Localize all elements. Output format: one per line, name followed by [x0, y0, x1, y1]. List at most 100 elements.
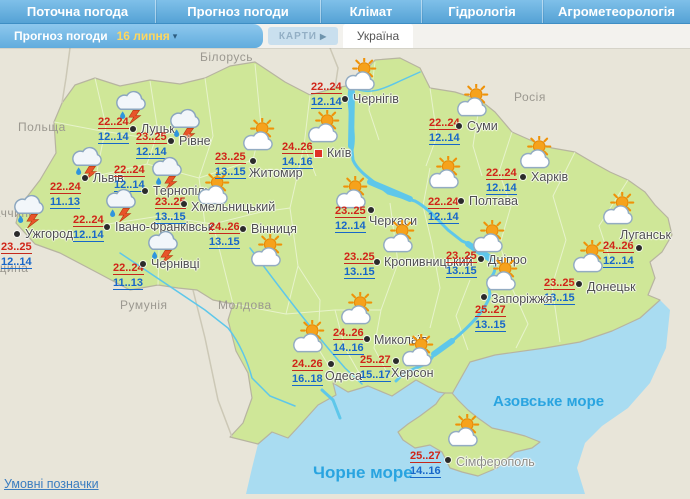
city-label[interactable]: Одеса [325, 368, 362, 384]
temp-high[interactable]: 24..26 [282, 141, 313, 154]
temp-low[interactable]: 14..16 [282, 156, 313, 169]
temp-low[interactable]: 12..14 [429, 132, 460, 145]
temp-high[interactable]: 24..26 [209, 221, 240, 234]
temp-high[interactable]: 23..25 [335, 205, 366, 218]
city-label[interactable]: Херсон [391, 365, 434, 381]
weather-icon-sun-cloud [443, 414, 483, 454]
temp-low[interactable]: 12..14 [428, 211, 459, 224]
city-label[interactable]: Донецьк [587, 279, 636, 295]
temp-low[interactable]: 13..15 [446, 265, 477, 278]
city-dot [142, 188, 148, 194]
temp-low[interactable]: 15..17 [360, 369, 391, 382]
temp-low[interactable]: 13..15 [215, 166, 246, 179]
temp-high[interactable]: 23..25 [136, 131, 167, 144]
temp-high[interactable]: 22..24 [73, 214, 104, 227]
temperature-block: 24..26 16..18 [292, 358, 323, 386]
city-label[interactable]: Вінниця [251, 221, 297, 237]
temp-high[interactable]: 25..27 [360, 354, 391, 367]
city-label[interactable]: Рівне [179, 133, 211, 149]
city-dot [445, 457, 451, 463]
temp-high[interactable]: 22..24 [486, 167, 517, 180]
temperature-block: 22..24 12..14 [486, 167, 517, 195]
maps-button-label: КАРТИ [278, 30, 317, 42]
temp-low[interactable]: 12..14 [1, 256, 32, 269]
temp-low[interactable]: 13..15 [475, 319, 506, 332]
temperature-block: 22..24 12..14 [429, 117, 460, 145]
nav-tab-current-weather[interactable]: Поточна погода [0, 0, 156, 23]
temp-low[interactable]: 12..14 [311, 96, 342, 109]
city-dot [458, 198, 464, 204]
temperature-block: 23..25 13..15 [344, 251, 375, 279]
city-dot [104, 224, 110, 230]
temperature-block: 23..25 13..15 [155, 196, 186, 224]
temp-high[interactable]: 22..24 [429, 117, 460, 130]
city-dot [181, 201, 187, 207]
temp-low[interactable]: 11..13 [50, 196, 80, 209]
weather-icon-sun-cloud [246, 234, 286, 274]
capital-marker [314, 149, 322, 157]
temp-high[interactable]: 22..24 [98, 116, 129, 129]
city-dot [328, 361, 334, 367]
city-label[interactable]: Луганськ [620, 227, 671, 243]
temp-high[interactable]: 22..24 [114, 164, 145, 177]
temp-high[interactable]: 24..26 [292, 358, 323, 371]
temp-low[interactable]: 13..15 [344, 266, 375, 279]
temp-low[interactable]: 14..16 [410, 465, 441, 478]
temp-high[interactable]: 22..24 [428, 196, 459, 209]
date-selector[interactable]: 16 липня [117, 29, 170, 43]
city-label[interactable]: Чернівці [151, 256, 200, 272]
city-dot [14, 231, 20, 237]
weather-icon-sun-cloud [568, 240, 608, 280]
temp-high[interactable]: 25..27 [410, 450, 441, 463]
temp-high[interactable]: 24..26 [333, 327, 364, 340]
city-label[interactable]: Хмельницький [191, 199, 275, 215]
country-label: Молдова [218, 298, 272, 312]
temp-high[interactable]: 23..25 [544, 277, 575, 290]
forecast-active-tab[interactable]: Прогноз погоди 16 липня ▾ [0, 24, 263, 48]
country-label: Польща [18, 120, 66, 134]
temperature-block: 24..26 14..16 [333, 327, 364, 355]
city-label[interactable]: Запоріжжя [491, 291, 552, 307]
legend-link[interactable]: Умовні позначки [4, 477, 99, 491]
temp-low[interactable]: 13..15 [155, 211, 186, 224]
temp-low[interactable]: 11..13 [113, 277, 143, 290]
nav-tab-hydrology[interactable]: Гідрологія [422, 0, 543, 23]
city-dot [140, 261, 146, 267]
city-label[interactable]: Сімферополь [456, 454, 535, 470]
city-label[interactable]: Суми [467, 118, 498, 134]
city-dot [250, 158, 256, 164]
city-label[interactable]: Полтава [469, 193, 518, 209]
nav-tab-forecast[interactable]: Прогноз погоди [156, 0, 321, 23]
temperature-block: 22..24 12..14 [428, 196, 459, 224]
temp-low[interactable]: 14..16 [333, 342, 364, 355]
weather-icon-sun-cloud [598, 192, 638, 232]
nav-tab-climate[interactable]: Клімат [321, 0, 422, 23]
maps-button[interactable]: КАРТИ ▶ [268, 27, 338, 45]
temp-high[interactable]: 22..24 [50, 181, 81, 194]
temperature-block: 22..24 12..14 [311, 81, 342, 109]
temp-high[interactable]: 23..25 [1, 241, 32, 254]
city-label[interactable]: Ужгород [25, 226, 73, 242]
nav-tab-agrometeorology[interactable]: Агрометеорологія [543, 0, 690, 23]
temp-high[interactable]: 23..25 [215, 151, 246, 164]
temp-high[interactable]: 23..25 [446, 250, 477, 263]
city-dot [240, 226, 246, 232]
temp-high[interactable]: 22..24 [311, 81, 342, 94]
city-dot [82, 175, 88, 181]
city-dot [520, 174, 526, 180]
temp-low[interactable]: 13..15 [209, 236, 240, 249]
sub-toolbar: Прогноз погоди 16 липня ▾ КАРТИ ▶ Україн… [0, 24, 690, 48]
city-dot [168, 138, 174, 144]
weather-icon-storm [100, 182, 140, 222]
temp-high[interactable]: 22..24 [113, 262, 144, 275]
temp-high[interactable]: 23..25 [344, 251, 375, 264]
temp-low[interactable]: 16..18 [292, 373, 323, 386]
city-label[interactable]: Харків [531, 169, 568, 185]
city-label[interactable]: Київ [327, 145, 351, 161]
city-dot [576, 281, 582, 287]
temperature-block: 25..27 14..16 [410, 450, 441, 478]
temp-low[interactable]: 12..14 [335, 220, 366, 233]
city-label[interactable]: Чернігів [353, 91, 399, 107]
region-tab-ukraine[interactable]: Україна [343, 24, 413, 48]
temp-low[interactable]: 12..14 [73, 229, 104, 242]
